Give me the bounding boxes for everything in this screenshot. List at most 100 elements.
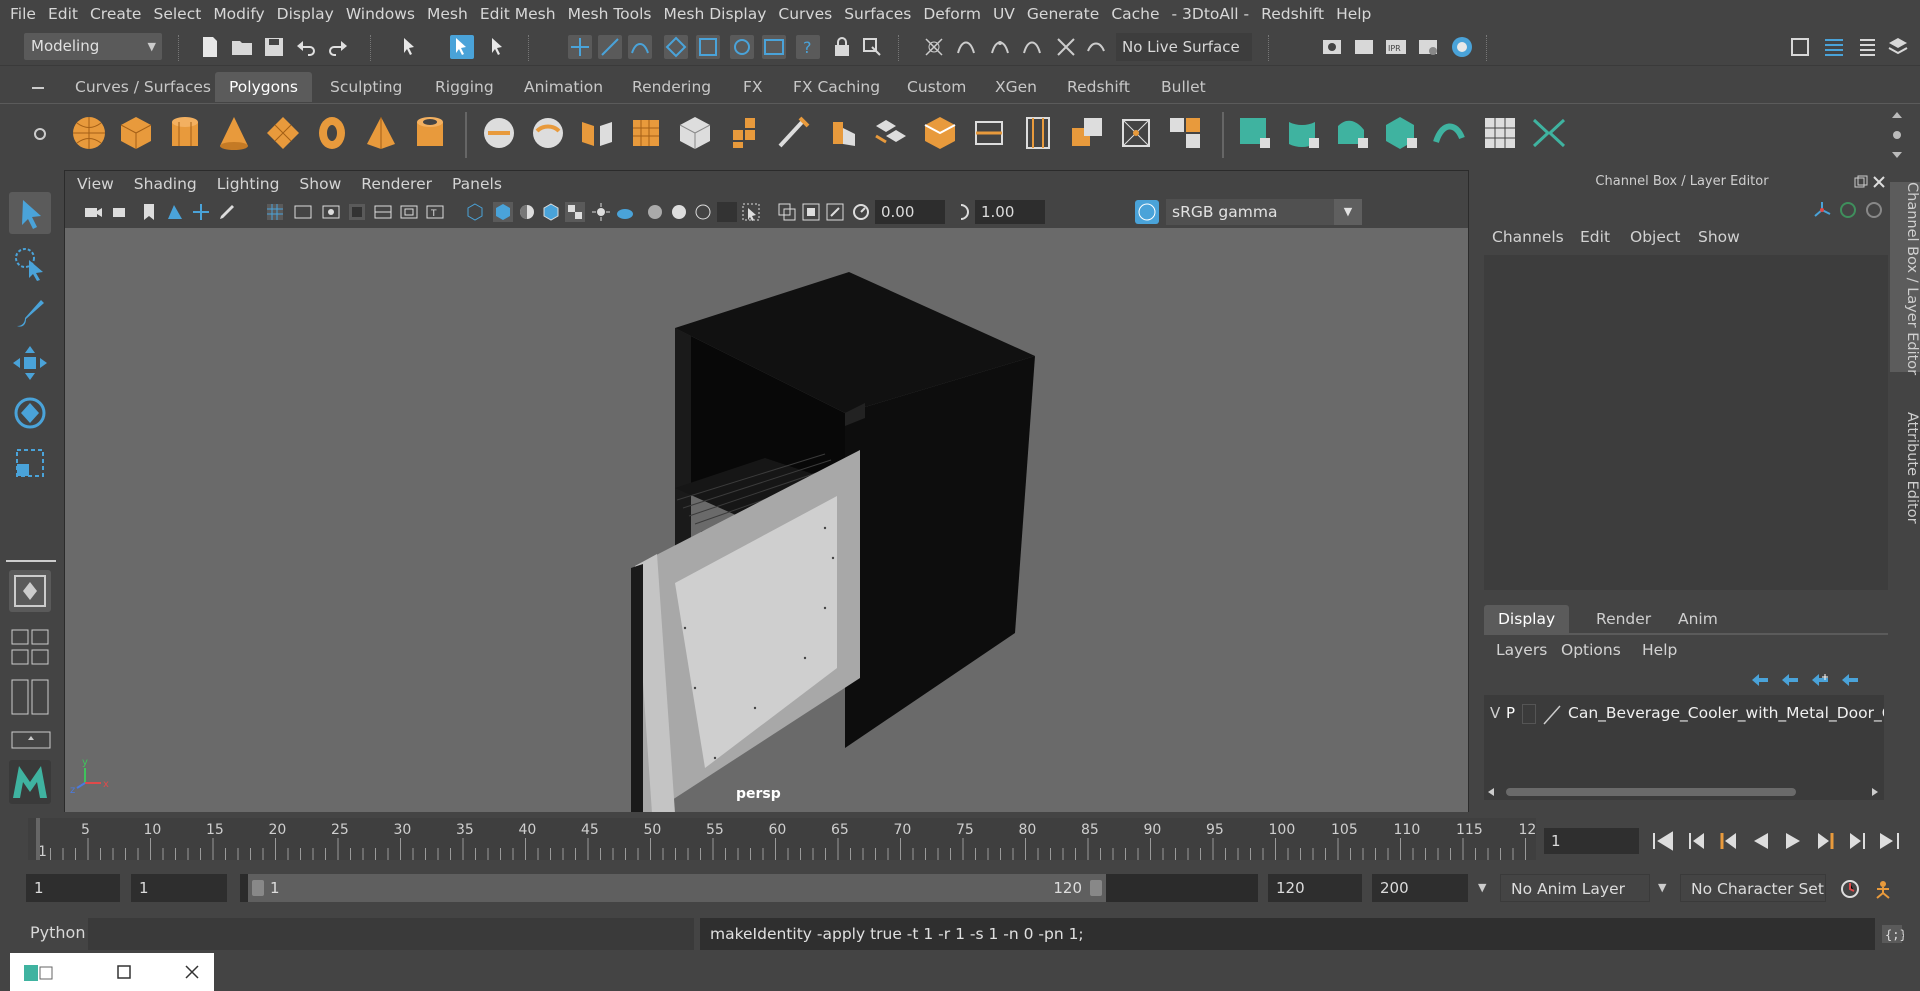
end-time-field[interactable]: 200 [1372, 874, 1468, 902]
layer-visibility-toggle[interactable]: V [1490, 704, 1500, 722]
menu-redshift[interactable]: Redshift [1255, 0, 1330, 29]
play-forward-icon[interactable] [1780, 829, 1806, 853]
menu-windows[interactable]: Windows [340, 0, 421, 29]
remesh-icon[interactable] [725, 114, 763, 152]
current-frame-field[interactable]: 1 [1544, 828, 1639, 854]
anim-layer-select[interactable]: No Anim Layer [1500, 874, 1650, 902]
menu-create[interactable]: Create [84, 0, 148, 29]
layer-playback-toggle[interactable]: P [1506, 704, 1515, 722]
film-gate-icon[interactable] [293, 202, 313, 222]
default-material-icon[interactable] [517, 202, 537, 222]
side-tab-attribute-editor[interactable]: Attribute Editor [1890, 402, 1920, 534]
exposure-reset-icon[interactable] [851, 202, 871, 222]
gamma-reset-icon[interactable] [951, 202, 971, 222]
save-scene-icon[interactable] [262, 35, 286, 59]
menu-surfaces[interactable]: Surfaces [838, 0, 917, 29]
tab-curves-surfaces[interactable]: Curves / Surfaces [61, 72, 225, 102]
shelf-menu-icon[interactable] [30, 81, 46, 95]
viewport-menu-show[interactable]: Show [299, 175, 341, 193]
mirror-icon[interactable] [578, 114, 616, 152]
hud-icon[interactable] [777, 202, 797, 222]
snap-view-plane-icon[interactable] [664, 35, 688, 59]
unfold-uv-icon[interactable] [1432, 114, 1470, 152]
channels-object-menu[interactable]: Object [1630, 228, 1680, 246]
render-settings-icon[interactable] [1416, 35, 1440, 59]
field-chart-icon[interactable] [373, 202, 393, 222]
range-slider-bar[interactable]: 1 120 [248, 874, 1106, 902]
script-language-toggle[interactable]: Python [30, 923, 85, 942]
poly-cone-icon[interactable] [215, 114, 253, 152]
move-layer-up-icon[interactable] [1750, 672, 1770, 688]
new-layer-selected-icon[interactable] [1840, 672, 1860, 688]
bool-icon[interactable] [1068, 114, 1106, 152]
outliner-layout-icon[interactable] [10, 678, 52, 718]
symmetry-icon[interactable] [860, 35, 884, 59]
select-camera-icon[interactable] [83, 202, 103, 222]
grease-pencil-icon[interactable] [217, 202, 237, 222]
channels-show-menu[interactable]: Show [1698, 228, 1740, 246]
uv-layout-icon[interactable] [1530, 114, 1568, 152]
uv-editor-icon[interactable] [1481, 114, 1519, 152]
layer-tab-anim[interactable]: Anim [1664, 605, 1732, 633]
live-surface-field[interactable]: No Live Surface [1116, 33, 1252, 61]
layer-row[interactable]: V P Can_Beverage_Cooler_with_Metal_Door_… [1484, 701, 1884, 729]
snap-to-points-icon[interactable] [988, 35, 1012, 59]
restore-icon[interactable] [116, 964, 132, 980]
tab-rigging[interactable]: Rigging [421, 72, 508, 102]
camera-attributes-icon[interactable] [111, 202, 131, 222]
open-scene-icon[interactable] [230, 35, 254, 59]
snap-to-grids-icon[interactable] [922, 35, 946, 59]
menu-file[interactable]: File [0, 0, 42, 29]
new-scene-icon[interactable] [198, 35, 222, 59]
layers-options-menu[interactable]: Options [1561, 641, 1621, 659]
layer-name[interactable]: Can_Beverage_Cooler_with_Metal_Door_Op [1568, 704, 1884, 722]
maya-window-icon[interactable] [24, 963, 54, 983]
scroll-right-icon[interactable] [1870, 787, 1880, 797]
gate-mask-icon[interactable] [347, 202, 367, 222]
2d-pan-zoom-icon[interactable] [191, 202, 211, 222]
frame-selected-icon[interactable] [825, 202, 845, 222]
range-end-handle[interactable] [1090, 880, 1102, 896]
hyperbolic-icon[interactable] [1864, 200, 1884, 220]
insert-edge-loop-icon[interactable] [970, 114, 1008, 152]
chevron-down-icon[interactable]: ▼ [1658, 874, 1666, 902]
planar-uv-icon[interactable] [1236, 114, 1274, 152]
time-slider[interactable]: 1 5 10 15 20 25 30 35 40 45 50 55 60 65 70 75 80 85 90 95 10… [28, 818, 1551, 860]
snap-to-curves-icon[interactable] [954, 35, 978, 59]
toggle-attribute-editor-icon[interactable] [1854, 35, 1878, 59]
menu-select[interactable]: Select [147, 0, 207, 29]
range-start-handle[interactable] [252, 880, 264, 896]
lock-icon[interactable] [830, 35, 854, 59]
fill-hole-icon[interactable] [1166, 114, 1204, 152]
layer-reference-toggle[interactable] [1522, 704, 1536, 724]
tab-polygons[interactable]: Polygons [215, 72, 312, 102]
shadows-icon[interactable] [615, 202, 635, 222]
render-sequence-icon[interactable] [762, 35, 786, 59]
xray-icon[interactable] [645, 202, 665, 222]
menu-mesh-display[interactable]: Mesh Display [658, 0, 773, 29]
menu-cache[interactable]: Cache [1105, 0, 1165, 29]
poly-plane-icon[interactable] [264, 114, 302, 152]
script-editor-icon[interactable]: {;} [1880, 923, 1904, 945]
target-weld-icon[interactable] [1117, 114, 1155, 152]
layers-menu[interactable]: Layers [1496, 641, 1547, 659]
menu-uv[interactable]: UV [987, 0, 1021, 29]
tab-animation[interactable]: Animation [510, 72, 617, 102]
smooth-shade-icon[interactable] [493, 202, 513, 222]
tab-rendering[interactable]: Rendering [618, 72, 725, 102]
manipulator-icon[interactable] [1812, 200, 1832, 220]
layer-tab-render[interactable]: Render [1582, 605, 1665, 633]
go-to-start-icon[interactable] [1650, 829, 1676, 853]
layer-color-icon[interactable] [1542, 704, 1562, 726]
go-to-end-icon[interactable] [1876, 829, 1902, 853]
snap-together-icon[interactable] [1084, 35, 1108, 59]
viewport-menu-view[interactable]: View [77, 175, 114, 193]
scroll-left-icon[interactable] [1486, 787, 1496, 797]
resolution-gate-icon[interactable] [321, 202, 341, 222]
paint-select-tool-icon[interactable] [9, 292, 51, 334]
start-time-field[interactable]: 1 [26, 874, 120, 902]
menu-mesh[interactable]: Mesh [421, 0, 474, 29]
tab-fx[interactable]: FX [729, 72, 777, 102]
render-current-icon[interactable] [1352, 35, 1376, 59]
tab-bullet[interactable]: Bullet [1147, 72, 1220, 102]
